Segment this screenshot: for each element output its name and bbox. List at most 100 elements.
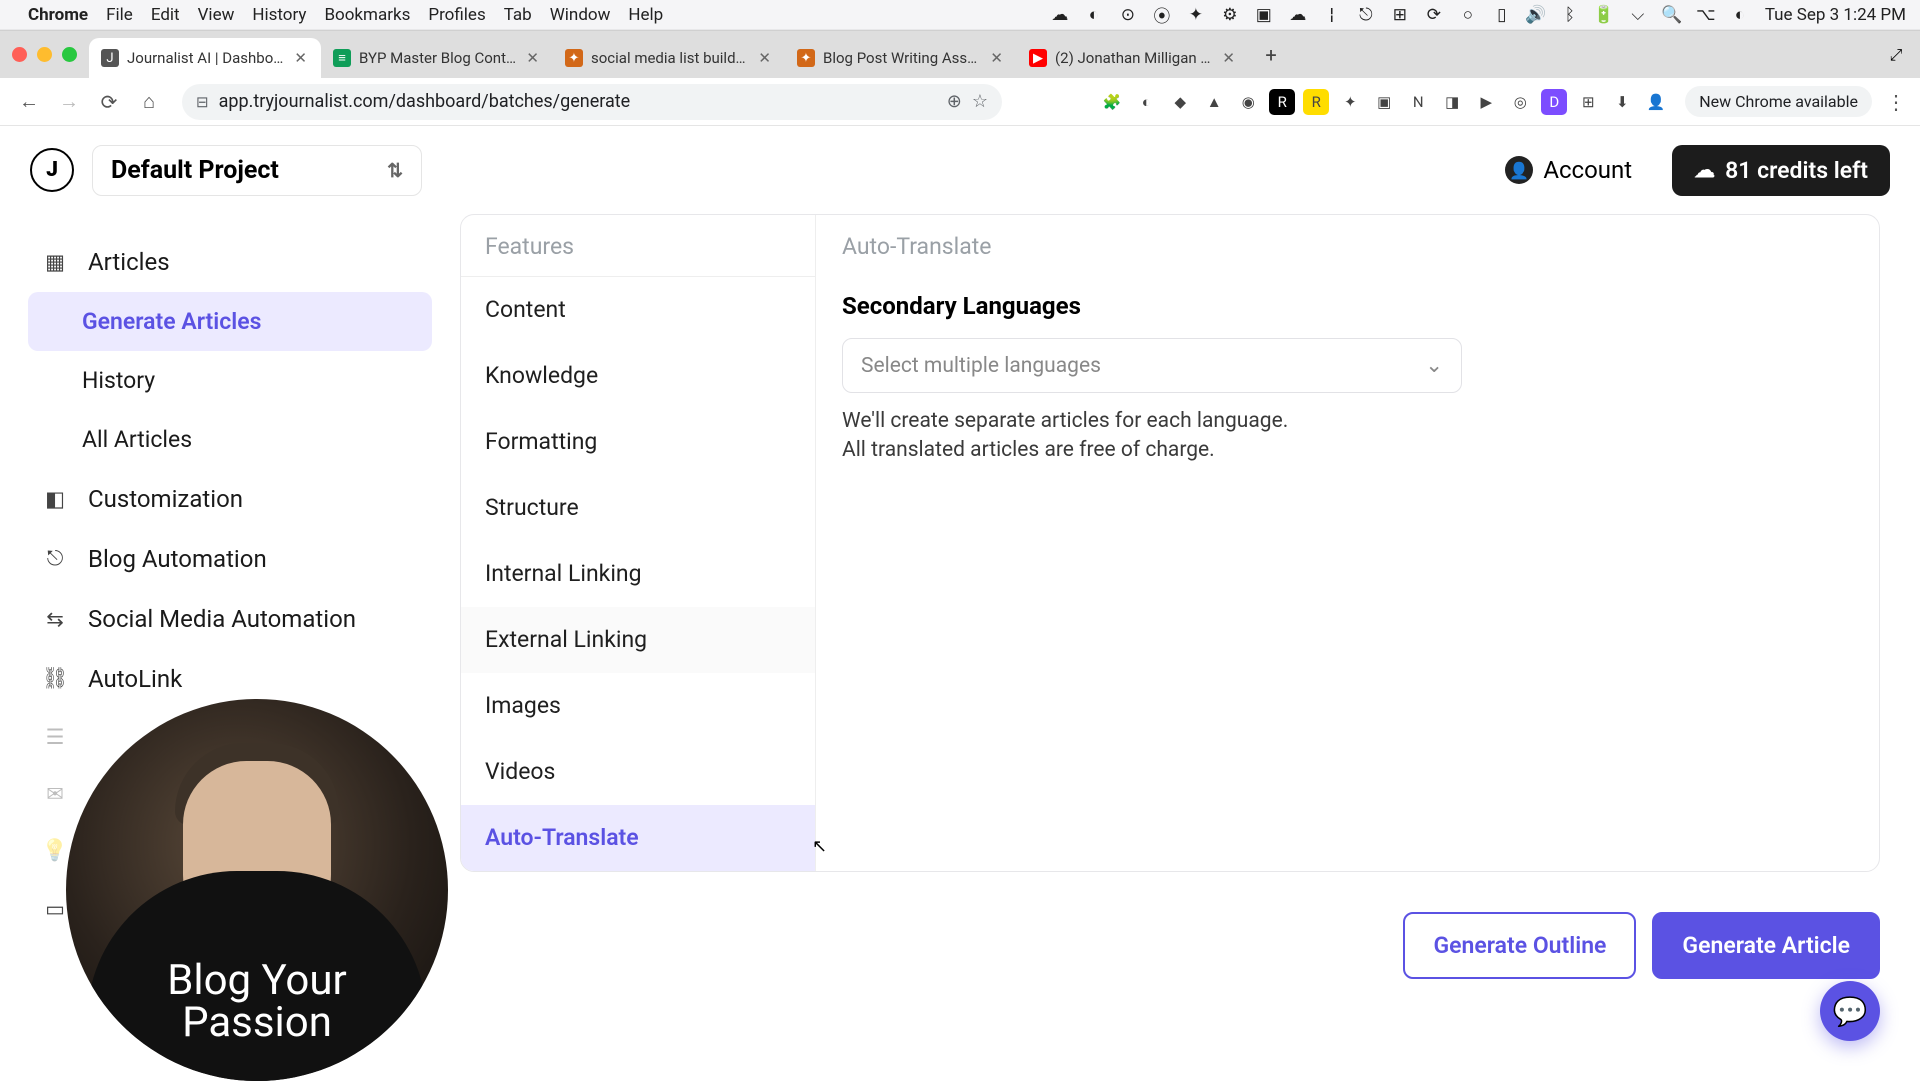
menu-window[interactable]: Window xyxy=(550,5,611,25)
menu-help[interactable]: Help xyxy=(628,5,663,25)
clock[interactable]: Tue Sep 3 1:24 PM xyxy=(1765,5,1906,25)
sidebar-item-social-media-automation[interactable]: ⇆ Social Media Automation xyxy=(28,589,432,649)
feature-formatting[interactable]: Formatting xyxy=(461,409,815,475)
sidebar-item-generate-articles[interactable]: Generate Articles xyxy=(28,292,432,351)
status-icon[interactable]: ▣ xyxy=(1253,4,1275,26)
project-selector[interactable]: Default Project ⇅ xyxy=(92,145,422,196)
feature-images[interactable]: Images xyxy=(461,673,815,739)
close-tab-icon[interactable]: ✕ xyxy=(1220,47,1237,69)
menu-tab[interactable]: Tab xyxy=(504,5,532,25)
status-icon[interactable]: ⚙ xyxy=(1219,4,1241,26)
close-tab-icon[interactable]: ✕ xyxy=(524,47,541,69)
menu-edit[interactable]: Edit xyxy=(151,5,180,25)
downloads-icon[interactable]: ⬇ xyxy=(1609,89,1635,115)
feature-external-linking[interactable]: External Linking xyxy=(461,607,815,673)
status-icon[interactable]: ¦ xyxy=(1321,4,1343,26)
feature-content[interactable]: Content xyxy=(461,277,815,343)
feature-structure[interactable]: Structure xyxy=(461,475,815,541)
extension-icon[interactable]: ✦ xyxy=(1337,89,1363,115)
browser-tab[interactable]: ▶ (2) Jonathan Milligan | Marke ✕ xyxy=(1017,38,1249,78)
chrome-menu-icon[interactable]: ⋮ xyxy=(1886,90,1906,114)
browser-tab[interactable]: J Journalist AI | Dashboard ✕ xyxy=(89,38,321,78)
zoom-icon[interactable]: ⊕ xyxy=(947,91,962,112)
select-placeholder: Select multiple languages xyxy=(861,354,1101,378)
browser-tab[interactable]: ✦ Blog Post Writing Assistance ✕ xyxy=(785,38,1017,78)
battery-icon[interactable]: 🔋 xyxy=(1593,4,1615,26)
languages-select[interactable]: Select multiple languages ⌄ xyxy=(842,338,1462,393)
sidebar-item-all-articles[interactable]: All Articles xyxy=(28,410,432,469)
generate-outline-button[interactable]: Generate Outline xyxy=(1403,912,1636,979)
status-icon[interactable]: ◐ xyxy=(1083,4,1105,26)
status-icon[interactable]: ☁ xyxy=(1049,4,1071,26)
status-icon[interactable]: ⊞ xyxy=(1389,4,1411,26)
extension-icon[interactable]: ▲ xyxy=(1201,89,1227,115)
volume-icon[interactable]: 🔊 xyxy=(1525,4,1547,26)
menu-file[interactable]: File xyxy=(106,5,133,25)
new-tab-button[interactable]: + xyxy=(1255,39,1287,71)
address-bar[interactable]: ⊟ app.tryjournalist.com/dashboard/batche… xyxy=(182,84,1002,120)
sidebar-item-articles[interactable]: ▦ Articles xyxy=(28,232,432,292)
expand-icon[interactable]: ⤢ xyxy=(1880,39,1912,71)
home-button[interactable]: ⌂ xyxy=(134,87,164,117)
status-icon[interactable]: ⎋ xyxy=(1355,4,1377,26)
extension-icon[interactable]: ▣ xyxy=(1371,89,1397,115)
menu-profiles[interactable]: Profiles xyxy=(428,5,485,25)
extension-icon[interactable]: N xyxy=(1405,89,1431,115)
update-chrome-button[interactable]: New Chrome available xyxy=(1685,86,1872,117)
credits-badge[interactable]: ☁ 81 credits left xyxy=(1672,145,1890,196)
sidebar-item-blog-automation[interactable]: ⎋ Blog Automation xyxy=(28,529,432,589)
extension-icon[interactable]: ◨ xyxy=(1439,89,1465,115)
app-name[interactable]: Chrome xyxy=(28,5,88,25)
status-icon[interactable]: ✦ xyxy=(1185,4,1207,26)
generate-article-button[interactable]: Generate Article xyxy=(1652,912,1880,979)
control-center-icon[interactable]: ⌥ xyxy=(1695,4,1717,26)
menu-history[interactable]: History xyxy=(252,5,306,25)
user-icon[interactable]: ◐ xyxy=(1729,4,1751,26)
chat-fab[interactable]: 💬 xyxy=(1820,981,1880,1041)
extension-icon[interactable]: R xyxy=(1269,89,1295,115)
profile-icon[interactable]: 👤 xyxy=(1643,89,1669,115)
extension-icon[interactable]: ▶ xyxy=(1473,89,1499,115)
close-window-icon[interactable] xyxy=(12,47,27,62)
extension-icon[interactable]: ◎ xyxy=(1507,89,1533,115)
reload-button[interactable]: ⟳ xyxy=(94,87,124,117)
forward-button[interactable]: → xyxy=(54,87,84,117)
extension-icon[interactable]: D xyxy=(1541,89,1567,115)
extension-icon[interactable]: ◐ xyxy=(1133,89,1159,115)
feature-knowledge[interactable]: Knowledge xyxy=(461,343,815,409)
close-tab-icon[interactable]: ✕ xyxy=(756,47,773,69)
extension-icon[interactable]: ◆ xyxy=(1167,89,1193,115)
status-icon[interactable]: ⟳ xyxy=(1423,4,1445,26)
minimize-window-icon[interactable] xyxy=(37,47,52,62)
browser-tab[interactable]: ✦ social media list building - an ✕ xyxy=(553,38,785,78)
extension-icon[interactable]: ◉ xyxy=(1235,89,1261,115)
close-tab-icon[interactable]: ✕ xyxy=(292,47,309,69)
account-menu[interactable]: 👤 Account xyxy=(1505,156,1632,184)
browser-tab[interactable]: ≡ BYP Master Blog Content St ✕ xyxy=(321,38,553,78)
extension-icon[interactable]: ⊞ xyxy=(1575,89,1601,115)
maximize-window-icon[interactable] xyxy=(62,47,77,62)
menu-view[interactable]: View xyxy=(198,5,235,25)
search-icon[interactable]: 🔍 xyxy=(1661,4,1683,26)
status-icon[interactable]: ○ xyxy=(1457,4,1479,26)
extension-icon[interactable]: 🧩 xyxy=(1099,89,1125,115)
feature-videos[interactable]: Videos xyxy=(461,739,815,805)
status-icon[interactable]: ⊙ xyxy=(1117,4,1139,26)
feature-auto-translate[interactable]: Auto-Translate xyxy=(461,805,815,871)
wifi-icon[interactable]: ⌵ xyxy=(1627,4,1649,26)
status-icon[interactable]: ☁ xyxy=(1287,4,1309,26)
menu-bookmarks[interactable]: Bookmarks xyxy=(324,5,410,25)
site-info-icon[interactable]: ⊟ xyxy=(196,93,209,111)
status-icon[interactable]: ⦿ xyxy=(1151,4,1173,26)
feature-internal-linking[interactable]: Internal Linking xyxy=(461,541,815,607)
bluetooth-icon[interactable]: ᛒ xyxy=(1559,4,1581,26)
status-icon[interactable]: ▯ xyxy=(1491,4,1513,26)
bookmark-icon[interactable]: ☆ xyxy=(972,91,988,112)
back-button[interactable]: ← xyxy=(14,87,44,117)
sidebar-item-history[interactable]: History xyxy=(28,351,432,410)
app-logo[interactable]: J xyxy=(30,148,74,192)
sidebar-item-customization[interactable]: ◧ Customization xyxy=(28,469,432,529)
close-tab-icon[interactable]: ✕ xyxy=(988,47,1005,69)
window-controls xyxy=(12,47,77,62)
extension-icon[interactable]: R xyxy=(1303,89,1329,115)
